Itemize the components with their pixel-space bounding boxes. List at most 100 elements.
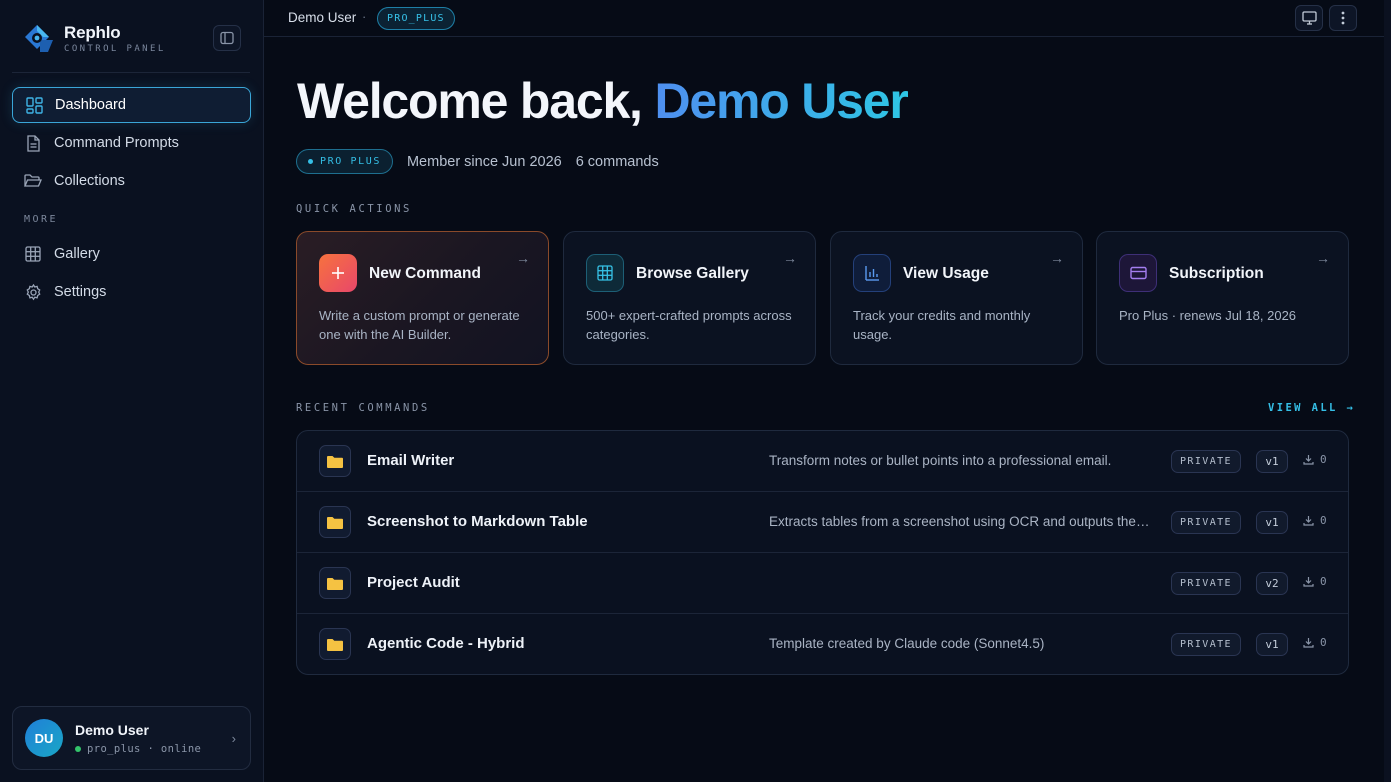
download-count: 0 [1303,514,1327,527]
command-description: Transform notes or bullet points into a … [769,453,1112,468]
card-title: Subscription [1169,265,1264,282]
monitor-icon [1301,11,1317,25]
sidebar-item-label: Collections [54,173,125,189]
brand-name: Rephlo [64,23,121,42]
brand[interactable]: Rephlo CONTROL PANEL [24,24,166,54]
grid-icon [586,254,624,292]
card-title: New Command [369,265,481,282]
sidebar-section-more: MORE [24,214,59,225]
sidebar-divider [12,72,250,73]
command-name: Agentic Code - Hybrid [367,635,525,652]
avatar: DU [25,719,63,757]
sidebar-item-label: Dashboard [55,97,126,113]
card-description: 500+ expert-crafted prompts across categ… [586,308,792,342]
sidebar: Rephlo CONTROL PANEL Dashboard Command P… [0,0,264,782]
commands-count: 6 commands [575,153,659,170]
quick-action-subscription[interactable]: Subscription → Pro Plus · renews Jul 18,… [1096,231,1349,365]
quick-action-new-command[interactable]: New Command → Write a custom prompt or g… [296,231,549,365]
command-name: Email Writer [367,452,455,469]
document-icon [24,134,42,152]
arrow-right-icon: → [516,250,530,266]
visibility-badge: PRIVATE [1171,511,1241,534]
user-profile-card[interactable]: DU Demo User pro_plus · online › [12,706,251,770]
command-name: Project Audit [367,574,460,591]
download-count: 0 [1303,575,1327,588]
table-row[interactable]: Agentic Code - Hybrid Template created b… [297,614,1348,674]
version-badge: v2 [1256,572,1288,595]
card-title: View Usage [903,265,989,282]
visibility-badge: PRIVATE [1171,572,1241,595]
sidebar-item-label: Command Prompts [54,135,179,151]
vertical-dots-icon [1341,11,1345,25]
user-status: pro_plus · online [75,743,201,755]
sidebar-item-settings[interactable]: Settings [12,274,251,310]
grid-icon [24,245,42,263]
sidebar-toggle-button[interactable] [213,25,241,51]
scrollbar[interactable] [1384,0,1391,782]
arrow-right-icon: → [1346,402,1356,414]
top-bar: Demo User · PRO_PLUS [264,0,1384,37]
page-title: Welcome back, Demo User [297,72,909,130]
credit-card-icon [1119,254,1157,292]
card-description: Write a custom prompt or generate one wi… [319,308,520,342]
sidebar-item-gallery[interactable]: Gallery [12,236,251,272]
welcome-user-name: Demo User [654,73,908,129]
plan-pill-label: PRO PLUS [320,156,381,167]
quick-action-browse-gallery[interactable]: Browse Gallery → 500+ expert-crafted pro… [563,231,816,365]
card-description: Track your credits and monthly usage. [853,308,1031,342]
command-description: Extracts tables from a screenshot using … [769,514,1155,529]
download-count-value: 0 [1320,636,1327,649]
sidebar-item-label: Gallery [54,246,100,262]
sidebar-item-command-prompts[interactable]: Command Prompts [12,125,251,161]
folder-icon [319,628,351,660]
folder-icon [319,567,351,599]
display-button[interactable] [1295,5,1323,31]
version-badge: v1 [1256,450,1288,473]
command-description: Template created by Claude code (Sonnet4… [769,636,1045,651]
visibility-badge: PRIVATE [1171,633,1241,656]
rephlo-logo-icon [24,24,54,54]
command-name: Screenshot to Markdown Table [367,513,588,530]
download-count: 0 [1303,453,1327,466]
recent-commands-heading: RECENT COMMANDS [296,402,430,414]
table-row[interactable]: Screenshot to Markdown Table Extracts ta… [297,492,1348,553]
gear-icon [24,283,42,301]
sidebar-item-collections[interactable]: Collections [12,163,251,199]
folder-icon [319,506,351,538]
quick-action-view-usage[interactable]: View Usage → Track your credits and mont… [830,231,1083,365]
download-count-value: 0 [1320,514,1327,527]
user-status-text: pro_plus · online [87,742,202,755]
version-badge: v1 [1256,511,1288,534]
card-description: Pro Plus · renews Jul 18, 2026 [1119,308,1297,323]
card-title: Browse Gallery [636,265,749,282]
arrow-right-icon: → [1050,250,1064,266]
table-row[interactable]: Project Audit PRIVATE v2 0 [297,553,1348,614]
visibility-badge: PRIVATE [1171,450,1241,473]
folder-icon [319,445,351,477]
download-count-value: 0 [1320,453,1327,466]
quick-actions-heading: QUICK ACTIONS [296,203,412,215]
download-icon [1303,577,1314,587]
download-count: 0 [1303,636,1327,649]
topbar-user-name: Demo User [288,10,357,25]
sidebar-item-label: Settings [54,284,107,300]
bar-chart-icon [853,254,891,292]
plus-icon [319,254,357,292]
download-icon [1303,455,1314,465]
user-name: Demo User [75,721,149,738]
table-row[interactable]: Email Writer Transform notes or bullet p… [297,431,1348,492]
arrow-right-icon: → [1316,250,1330,266]
download-icon [1303,638,1314,648]
topbar-separator: · [362,9,367,24]
sidebar-item-dashboard[interactable]: Dashboard [12,87,251,123]
arrow-right-icon: → [783,250,797,266]
version-badge: v1 [1256,633,1288,656]
more-options-button[interactable] [1329,5,1357,31]
account-meta: PRO PLUS Member since Jun 2026 6 command… [296,149,659,174]
folder-open-icon [24,172,42,190]
download-icon [1303,516,1314,526]
plan-status-dot [308,159,313,164]
view-all-link[interactable]: VIEW ALL → [1268,402,1355,414]
brand-subtitle: CONTROL PANEL [64,44,166,54]
online-status-dot [75,745,81,752]
